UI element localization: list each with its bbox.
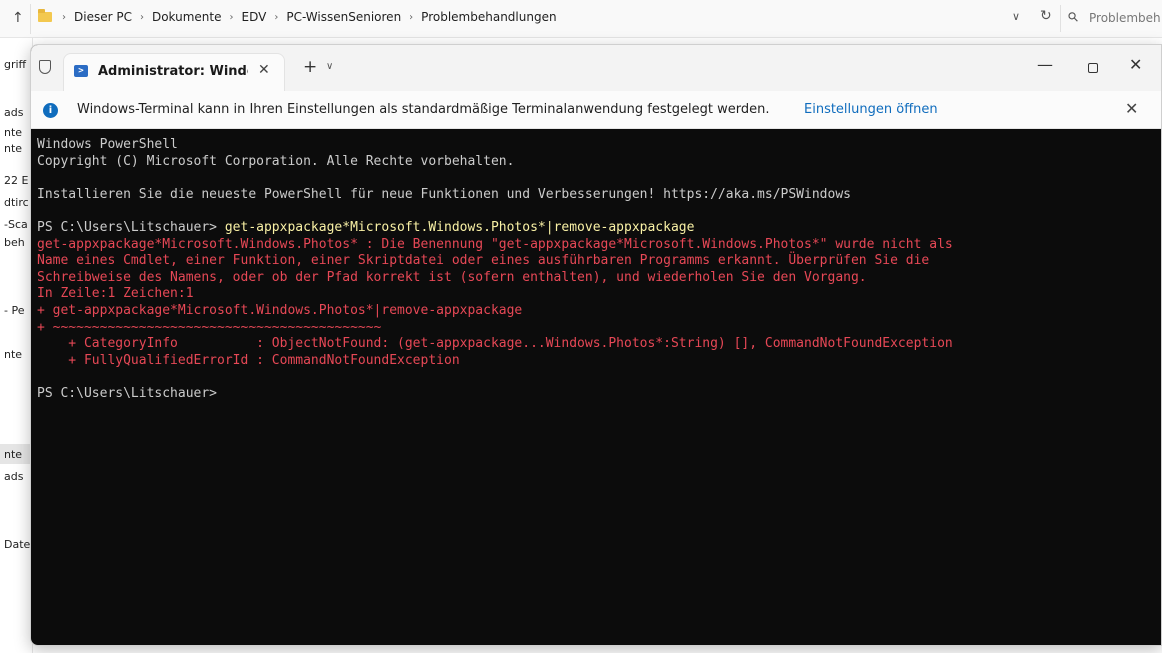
nav-item[interactable]: Date xyxy=(4,538,30,551)
breadcrumb-item-pcwissen[interactable]: PC-WissenSenioren xyxy=(286,10,401,24)
explorer-address-bar: ↑ › Dieser PC › Dokumente › EDV › PC-Wis… xyxy=(0,0,1162,38)
minimize-button[interactable]: — xyxy=(1037,55,1053,74)
console-prompt: PS C:\Users\Litschauer> xyxy=(37,219,225,235)
chevron-right-icon: › xyxy=(62,11,66,23)
search-input[interactable]: ⚲ Problembeh xyxy=(1060,5,1162,32)
breadcrumb-item-edv[interactable]: EDV xyxy=(242,10,267,24)
console-line: In Zeile:1 Zeichen:1 xyxy=(37,286,194,302)
breadcrumb-item-problembehandlungen[interactable]: Problembehandlungen xyxy=(421,10,556,24)
nav-item[interactable]: griff xyxy=(4,58,26,71)
chevron-right-icon: › xyxy=(229,11,234,23)
console-line: get-appxpackage*Microsoft.Windows.Photos… xyxy=(37,236,953,252)
info-icon: i xyxy=(43,103,58,118)
divider xyxy=(30,4,31,34)
chevron-down-icon[interactable]: ∨ xyxy=(326,61,333,72)
breadcrumb-item-pc[interactable]: Dieser PC xyxy=(74,10,132,24)
console-line: PS C:\Users\Litschauer> get-appxpackage*… xyxy=(37,220,1157,237)
explorer-navigation-pane: griff ads nte nte 22 E dtirc -Sca beh - … xyxy=(0,38,33,653)
info-message: Windows-Terminal kann in Ihren Einstellu… xyxy=(77,102,770,117)
nav-item[interactable]: ads xyxy=(4,470,23,483)
nav-item[interactable]: ads xyxy=(4,106,23,119)
search-placeholder: Problembeh xyxy=(1089,11,1161,25)
console-command: get-appxpackage*Microsoft.Windows.Photos… xyxy=(224,219,695,235)
close-icon[interactable]: ✕ xyxy=(258,62,270,78)
terminal-window: > Administrator: Windows I ✕ + ∨ — ✕ i W… xyxy=(30,44,1162,646)
nav-item[interactable]: nte xyxy=(4,448,22,461)
terminal-titlebar[interactable]: > Administrator: Windows I ✕ + ∨ — ✕ xyxy=(31,45,1161,91)
nav-item[interactable]: -Sca xyxy=(4,218,28,231)
console-line: Windows PowerShell xyxy=(37,137,178,152)
new-tab-button[interactable]: + xyxy=(303,57,317,77)
folder-icon xyxy=(38,9,52,22)
chevron-right-icon: › xyxy=(409,11,414,23)
console-line: + CategoryInfo : ObjectNotFound: (get-ap… xyxy=(37,336,953,352)
console-line: Name eines Cmdlet, einer Funktion, einer… xyxy=(37,253,930,269)
console-line: Copyright (C) Microsoft Corporation. All… xyxy=(37,153,515,169)
shield-icon xyxy=(39,60,51,74)
nav-item[interactable]: nte xyxy=(4,142,22,155)
info-bar: i Windows-Terminal kann in Ihren Einstel… xyxy=(31,91,1161,129)
chevron-right-icon: › xyxy=(139,11,144,23)
nav-item[interactable]: 22 E xyxy=(4,174,28,187)
refresh-icon[interactable]: ↻ xyxy=(1040,8,1052,24)
console-line: + get-appxpackage*Microsoft.Windows.Phot… xyxy=(37,302,523,318)
breadcrumb-item-dokumente[interactable]: Dokumente xyxy=(152,10,222,24)
search-icon: ⚲ xyxy=(1065,8,1083,27)
nav-item[interactable]: nte xyxy=(4,126,22,139)
nav-item[interactable]: nte xyxy=(4,348,22,361)
tab-title: Administrator: Windows I xyxy=(98,64,248,79)
open-settings-link[interactable]: Einstellungen öffnen xyxy=(804,102,938,117)
console-line: + FullyQualifiedErrorId : CommandNotFoun… xyxy=(37,352,460,368)
console-output[interactable]: Windows PowerShell Copyright (C) Microsof… xyxy=(37,137,1157,403)
console-line: Installieren Sie die neueste PowerShell … xyxy=(37,186,851,202)
chevron-down-icon[interactable]: ∨ xyxy=(1012,10,1020,23)
nav-item[interactable]: dtirc xyxy=(4,196,29,209)
console-line: PS C:\Users\Litschauer> xyxy=(37,385,218,401)
close-icon[interactable]: ✕ xyxy=(1125,99,1138,118)
tab-powershell[interactable]: > Administrator: Windows I ✕ xyxy=(63,53,285,91)
breadcrumb[interactable]: › Dieser PC › Dokumente › EDV › PC-Wisse… xyxy=(38,9,557,24)
powershell-icon: > xyxy=(74,65,88,77)
nav-item[interactable]: - Pe xyxy=(4,304,24,317)
nav-item[interactable]: beh xyxy=(4,236,25,249)
close-window-button[interactable]: ✕ xyxy=(1129,55,1142,74)
console-line: Schreibweise des Namens, oder ob der Pfa… xyxy=(37,269,867,285)
maximize-button[interactable] xyxy=(1088,63,1098,73)
chevron-right-icon: › xyxy=(274,11,279,23)
up-arrow-icon[interactable]: ↑ xyxy=(12,10,24,26)
console-line: + ~~~~~~~~~~~~~~~~~~~~~~~~~~~~~~~~~~~~~~… xyxy=(37,319,382,335)
